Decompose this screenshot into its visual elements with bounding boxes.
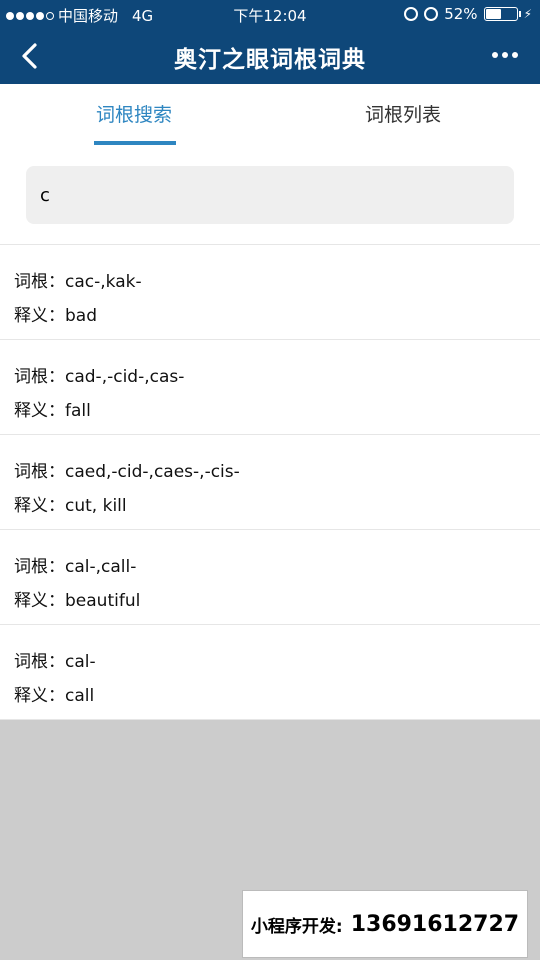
result-meaning: beautiful: [65, 591, 141, 611]
nav-bar: 奥汀之眼词根词典: [0, 28, 540, 84]
battery-percent: 52%: [444, 5, 478, 23]
result-item[interactable]: 词根：cad-,-cid-,cas- 释义：fall: [0, 340, 540, 435]
result-root: cad-,-cid-,cas-: [65, 367, 185, 387]
result-item[interactable]: 词根：cal-,call- 释义：beautiful: [0, 530, 540, 625]
result-item[interactable]: 词根：cal- 释义：call: [0, 625, 540, 720]
result-root-line: 词根：cal-: [14, 652, 96, 672]
result-root: cal-: [65, 652, 96, 672]
result-meaning: bad: [65, 306, 97, 326]
charging-icon: ⚡: [523, 7, 532, 21]
content: 词根搜索 词根列表 词根：cac-,kak- 释义：bad 词根：cad-,-c…: [0, 84, 540, 720]
result-root: cac-,kak-: [65, 272, 142, 292]
search-input[interactable]: [26, 166, 514, 224]
result-meaning-line: 释义：call: [14, 686, 95, 706]
result-meaning: cut, kill: [65, 496, 127, 516]
result-root-line: 词根：cac-,kak-: [14, 272, 142, 292]
orientation-lock-icon: [404, 7, 419, 21]
result-root: caed,-cid-,caes-,-cis-: [65, 462, 240, 482]
page-title: 奥汀之眼词根词典: [174, 47, 366, 73]
result-meaning: call: [65, 686, 95, 706]
watermark-phone: 13691612727: [350, 911, 520, 937]
result-meaning-line: 释义：fall: [14, 401, 91, 421]
more-icon[interactable]: [492, 52, 518, 58]
result-meaning-line: 释义：bad: [14, 306, 97, 326]
status-right: 52% ⚡: [404, 5, 532, 23]
result-meaning-line: 释义：cut, kill: [14, 496, 127, 516]
alarm-icon: [424, 7, 439, 21]
active-tab-indicator: [94, 141, 176, 145]
result-root-line: 词根：cad-,-cid-,cas-: [14, 367, 185, 387]
result-meaning-line: 释义：beautiful: [14, 591, 141, 611]
result-root: cal-,call-: [65, 557, 137, 577]
battery-icon: [483, 7, 521, 21]
watermark-label: 小程序开发:: [250, 916, 343, 937]
tab-bar: 词根搜索 词根列表: [0, 84, 540, 146]
contact-watermark: 小程序开发: 13691612727: [242, 890, 528, 958]
tab-root-list[interactable]: 词根列表: [365, 100, 441, 127]
tab-root-search[interactable]: 词根搜索: [96, 100, 172, 127]
status-bar: 中国移动 4G 下午12:04 52% ⚡: [0, 0, 540, 28]
result-list: 词根：cac-,kak- 释义：bad 词根：cad-,-cid-,cas- 释…: [0, 244, 540, 720]
result-root-line: 词根：cal-,call-: [14, 557, 137, 577]
result-meaning: fall: [65, 401, 91, 421]
result-item[interactable]: 词根：cac-,kak- 释义：bad: [0, 245, 540, 340]
result-item[interactable]: 词根：caed,-cid-,caes-,-cis- 释义：cut, kill: [0, 435, 540, 530]
result-root-line: 词根：caed,-cid-,caes-,-cis-: [14, 462, 240, 482]
search-area: [0, 146, 540, 244]
